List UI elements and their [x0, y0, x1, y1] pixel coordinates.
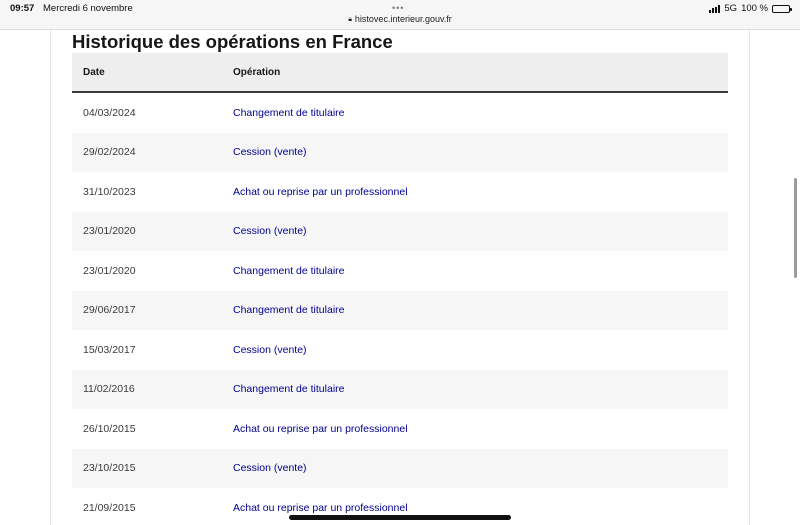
column-header-operation: Opération [233, 66, 281, 78]
table-row: 04/03/2024 Changement de titulaire [72, 93, 728, 133]
status-indicators: 5G 100 % [709, 3, 792, 14]
row-date: 11/02/2016 [83, 383, 135, 396]
table-row: 15/03/2017 Cession (vente) [72, 330, 728, 370]
row-date: 23/10/2015 [83, 462, 136, 475]
table-row: 23/01/2020 Changement de titulaire [72, 251, 728, 291]
row-operation: Achat ou reprise par un professionnel [233, 501, 408, 514]
table-row: 23/01/2020 Cession (vente) [72, 211, 728, 251]
battery-percent: 100 % [741, 3, 768, 14]
table-row: 29/06/2017 Changement de titulaire [72, 290, 728, 330]
row-date: 29/02/2024 [83, 146, 136, 159]
row-operation: Changement de titulaire [233, 264, 345, 277]
network-type: 5G [724, 3, 738, 14]
address-bar-url: histovec.interieur.gouv.fr [354, 14, 452, 24]
table-row: 26/10/2015 Achat ou reprise par un profes… [72, 409, 728, 449]
row-operation: Changement de titulaire [233, 106, 345, 119]
row-date: 23/01/2020 [83, 225, 136, 238]
table-row: 29/02/2024 Cession (vente) [72, 132, 728, 172]
row-operation: Cession (vente) [233, 343, 307, 356]
scrollbar[interactable] [794, 178, 797, 278]
row-date: 04/03/2024 [83, 106, 136, 119]
row-date: 21/09/2015 [83, 501, 136, 514]
row-date: 15/03/2017 [83, 343, 136, 356]
table-header: Date Opération [72, 53, 728, 93]
row-operation: Changement de titulaire [233, 304, 345, 317]
row-operation: Cession (vente) [233, 146, 307, 159]
operations-table: Date Opération 04/03/2024 Changement de t… [72, 53, 728, 525]
table-row: 31/10/2023 Achat ou reprise par un profes… [72, 172, 728, 212]
lock-icon: 🔒︎ [348, 16, 352, 23]
table-row: 23/10/2015 Cession (vente) [72, 448, 728, 488]
status-date: Mercredi 6 novembre [43, 3, 133, 14]
table-body: 04/03/2024 Changement de titulaire 29/02/2… [72, 93, 728, 525]
cellular-signal-icon [709, 4, 721, 13]
status-time: 09:57 [10, 3, 35, 14]
row-operation: Changement de titulaire [233, 383, 345, 396]
row-date: 26/10/2015 [83, 422, 136, 435]
home-indicator[interactable] [289, 515, 511, 520]
row-operation: Achat ou reprise par un professionnel [233, 185, 408, 198]
address-bar[interactable]: 🔒︎ histovec.interieur.gouv.fr [0, 14, 800, 24]
multitasking-dots-icon[interactable]: ••• [392, 3, 404, 13]
row-date: 23/01/2020 [83, 264, 136, 277]
table-row: 11/02/2016 Changement de titulaire [72, 369, 728, 409]
battery-icon [772, 4, 792, 13]
row-operation: Cession (vente) [233, 225, 307, 238]
page-title: Historique des opérations en France [72, 31, 393, 52]
column-header-date: Date [83, 66, 105, 78]
row-date: 31/10/2023 [83, 185, 136, 198]
row-operation: Cession (vente) [233, 462, 307, 475]
row-date: 29/06/2017 [83, 304, 136, 317]
status-bar: 09:57 Mercredi 6 novembre ••• 🔒︎ histovec… [0, 0, 800, 30]
row-operation: Achat ou reprise par un professionnel [233, 422, 408, 435]
